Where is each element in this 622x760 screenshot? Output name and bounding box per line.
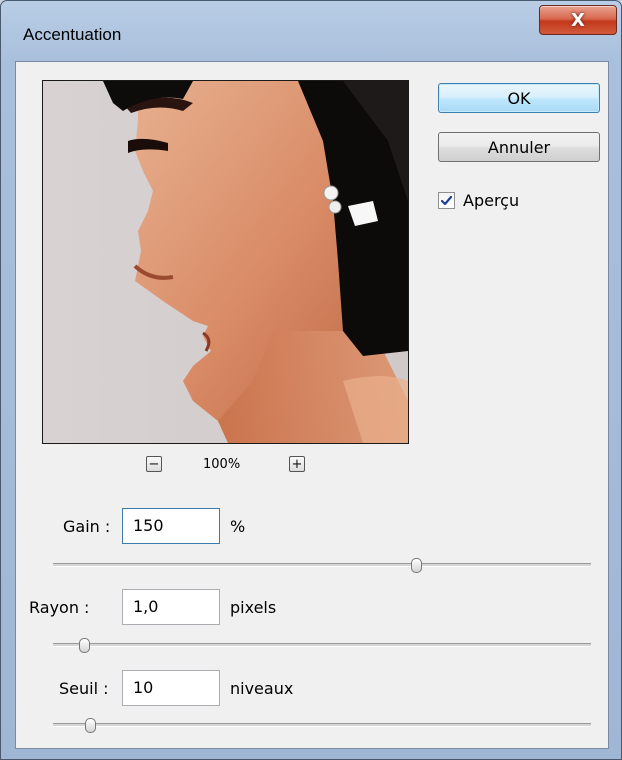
preview-image[interactable] [42, 80, 409, 444]
seuil-slider-track[interactable] [53, 723, 591, 727]
portrait-photo [43, 81, 408, 443]
dialog-window: Accentuation X − 100% + OK Annuler Aperç… [0, 0, 622, 760]
title-bar[interactable]: Accentuation X [1, 1, 621, 61]
gain-unit: % [230, 517, 246, 536]
seuil-unit: niveaux [230, 679, 294, 698]
apercu-label: Aperçu [463, 191, 520, 210]
rayon-unit: pixels [230, 598, 277, 617]
rayon-input[interactable]: 1,0 [122, 589, 220, 625]
gain-label: Gain : [63, 517, 111, 536]
plus-icon: + [291, 456, 303, 472]
gain-slider-track[interactable] [53, 563, 591, 567]
seuil-label: Seuil : [59, 679, 109, 698]
rayon-slider-thumb[interactable] [79, 638, 91, 653]
rayon-slider-track[interactable] [53, 643, 591, 647]
zoom-in-button[interactable]: + [289, 456, 305, 472]
gain-slider-thumb[interactable] [411, 558, 423, 573]
gain-input[interactable]: 150 [122, 508, 220, 544]
rayon-label: Rayon : [29, 598, 90, 617]
cancel-button[interactable]: Annuler [438, 132, 600, 162]
zoom-level-text: 100% [203, 457, 241, 472]
apercu-checkbox[interactable] [438, 192, 455, 209]
checkmark-icon [440, 195, 453, 206]
window-title: Accentuation [23, 25, 122, 44]
close-icon: X [571, 9, 585, 31]
ok-button[interactable]: OK [438, 83, 600, 113]
close-button[interactable]: X [539, 5, 617, 35]
seuil-input[interactable]: 10 [122, 670, 220, 706]
minus-icon: − [148, 456, 160, 472]
seuil-slider-thumb[interactable] [84, 718, 96, 733]
zoom-out-button[interactable]: − [146, 456, 162, 472]
